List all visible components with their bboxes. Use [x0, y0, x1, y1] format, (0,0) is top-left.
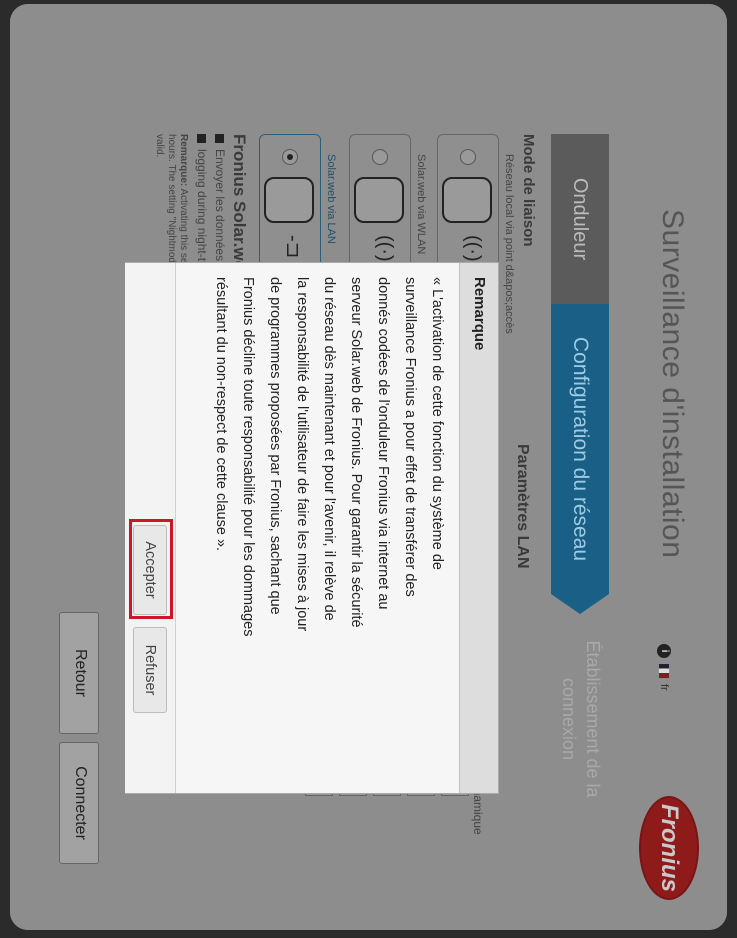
dialog-line: « L'activation de cette fonction du syst…	[429, 277, 445, 570]
flag-icon[interactable]	[659, 664, 669, 678]
info-icon[interactable]: i	[657, 644, 671, 658]
top-icons: i fr	[657, 644, 671, 691]
dialog-body: « L'activation de cette fonction du syst…	[207, 277, 450, 777]
fronius-logo: Fronius	[639, 796, 699, 900]
page-title: Surveillance d'installation	[656, 209, 689, 559]
accept-highlight	[129, 519, 173, 619]
dialog-line: de programmes proposées par Fronius, sac…	[267, 277, 283, 615]
tab-onduleur[interactable]: Onduleur	[551, 134, 609, 304]
dialog-header: Remarque	[459, 263, 498, 793]
dialog-line: serveur Solar.web de Fronius. Pour garan…	[348, 277, 364, 628]
decline-button[interactable]: Refuser	[133, 627, 167, 713]
option-label-lan: Solar.web via LAN	[325, 154, 337, 244]
remark-dialog: Remarque « L'activation de cette fonctio…	[125, 262, 499, 794]
radio-local[interactable]	[460, 149, 476, 165]
solarweb-heading: Fronius Solar.web	[230, 134, 249, 281]
dialog-line: donnés codées de l'onduleur Fronius via …	[375, 277, 391, 610]
checkbox-icon[interactable]	[196, 134, 206, 143]
option-label-wlan: Solar.web via WLAN	[415, 154, 427, 255]
checkbox-icon[interactable]	[214, 134, 224, 143]
dialog-footer: Accepter Refuser	[125, 263, 176, 793]
tab-configuration-reseau[interactable]: Configuration du réseau	[551, 304, 609, 594]
dialog-line: la responsabilité de l'utilisateur de fa…	[294, 277, 310, 632]
inverter-icon	[442, 177, 492, 223]
remark-bold: Remarque:	[178, 134, 189, 187]
dialog-line: résultant du non-respect de cette clause…	[213, 277, 229, 552]
option-label-local: Réseau local via point d&apos;accès	[503, 154, 515, 334]
radio-lan[interactable]	[282, 149, 298, 165]
check-send-data[interactable]: Envoyer les données à	[213, 134, 227, 271]
ethernet-icon: -⊐	[282, 235, 304, 259]
dialog-line: surveillance Fronius a pour effet de tra…	[402, 277, 418, 597]
tab-bar: Onduleur Configuration du réseau Établis…	[551, 4, 609, 930]
connection-mode-heading: Mode de liaison	[520, 134, 537, 247]
device-screen: Surveillance d'installation i fr Fronius…	[10, 4, 727, 930]
dialog-line: Fronius décline toute responsabilité pou…	[240, 277, 256, 637]
check-night-label: logging during night-time	[195, 149, 209, 281]
back-button[interactable]: Retour	[59, 612, 99, 734]
inverter-icon	[264, 177, 314, 223]
dialog-line: du réseau dès maintenant et pour l'aveni…	[321, 277, 337, 621]
dialog-title: Remarque	[471, 277, 488, 351]
tab-etablissement-connexion[interactable]: Établissement de la connexion	[555, 619, 605, 819]
inverter-icon	[354, 177, 404, 223]
check-night-logging[interactable]: logging during night-time	[195, 134, 209, 280]
connect-button[interactable]: Connecter	[59, 742, 99, 864]
language-selector[interactable]: fr	[658, 684, 670, 691]
check-send-label: Envoyer les données à	[213, 149, 227, 272]
lan-heading: Paramètres LAN	[514, 444, 531, 569]
rotated-ui: Surveillance d'installation i fr Fronius…	[10, 4, 727, 930]
radio-wlan[interactable]	[372, 149, 388, 165]
app-background: Surveillance d'installation i fr Fronius…	[10, 4, 727, 930]
